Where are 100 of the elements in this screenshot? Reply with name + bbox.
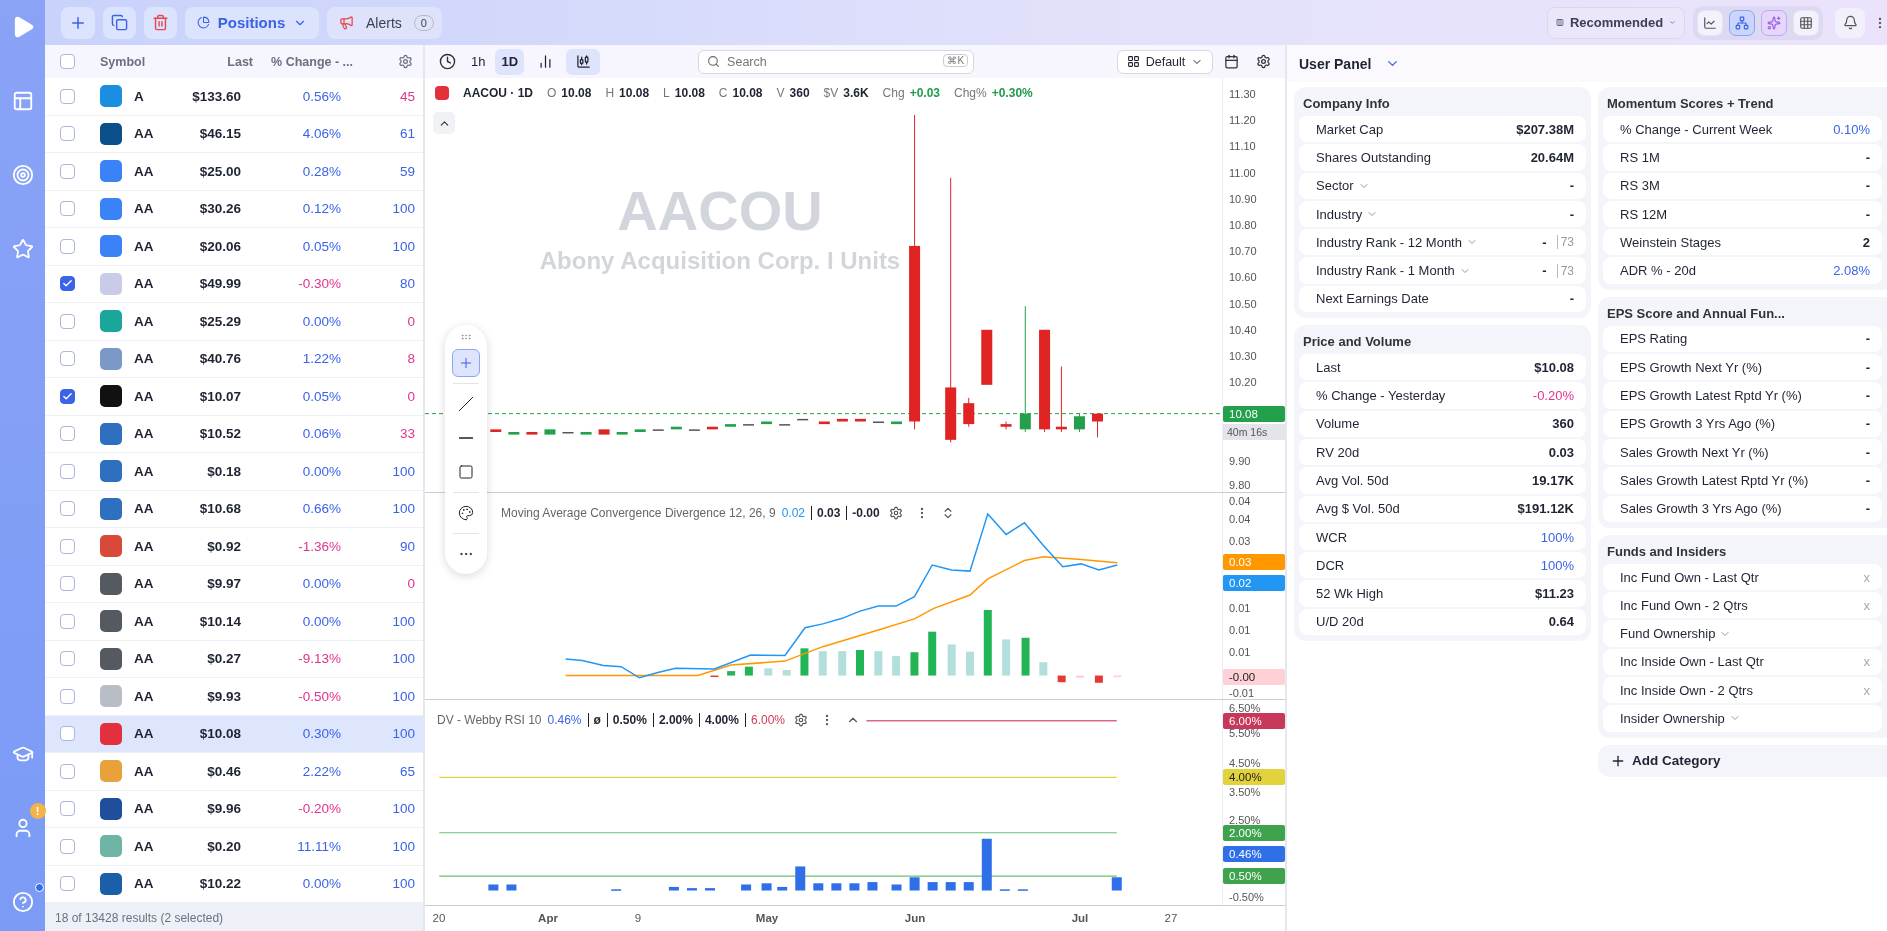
results-count: 18 of 13428 results (2 selected) [55,911,224,925]
table-cell-text: 0 [406,576,415,592]
field-label: Sector [1316,178,1354,194]
change-cell-text: -0.20% [297,801,341,817]
field-value: 0.03 [1548,444,1574,460]
time-label: 20 [432,912,446,924]
price-cell-text: $10.08 [198,726,241,742]
change-cell-text: 0.12% [301,201,341,217]
field-value: - [1542,234,1547,250]
axis-label: -0.01 [1229,687,1255,699]
symbol-cell-text: AA [134,688,155,704]
price-cell-text: $49.99 [198,276,241,292]
column-header[interactable]: Last [160,54,253,69]
table-cell-text: 100 [391,726,415,742]
axis-label: 0.01 [1229,602,1251,614]
time-label: May [755,912,779,924]
field-label: Fund Ownership [1620,626,1716,642]
field-label: EPS Growth Latest Rptd Yr (%) [1620,388,1802,403]
symbol-cell-text: AA [134,538,155,554]
indicator-value: 0.46% [547,713,582,727]
legend-value: 10.08 [619,86,650,100]
legend-value: 3.6K [843,86,869,100]
field-value: - [1569,291,1574,307]
price-tag: 0.02 [1223,575,1285,591]
table-cell-text: 100 [391,613,415,629]
alerts-button[interactable]: Alerts 0 [327,6,442,39]
watchlist-row[interactable]: AA $10.08 0.30% 100 [45,715,423,753]
axis-label: 0.04 [1229,495,1251,507]
add-category-button[interactable]: Add Category [1598,744,1887,777]
legend-label: $V [823,86,839,100]
field-label: RS 3M [1620,178,1660,194]
price-cell-text: $20.06 [198,238,241,254]
table-cell-text: 100 [391,238,415,254]
column-header[interactable]: % Change - ... [253,54,353,69]
change-cell-text: 0.66% [301,501,341,517]
field-label: Shares Outstanding [1316,149,1431,165]
legend-value: 10.08 [561,86,592,100]
field-value: - [1865,444,1870,460]
interval-tab[interactable]: 1D [495,48,525,75]
symbol-cell-text: AA [134,576,155,592]
table-cell-text: 45 [398,88,415,104]
field-value: 0.10% [1833,121,1870,137]
card-title: Price and Volume [1302,333,1413,352]
price-cell-text: $10.68 [198,501,241,517]
field-value: - [1569,206,1574,222]
positions-dropdown[interactable]: Positions [185,6,319,39]
indicator-value: 0.03 [811,506,841,520]
table-cell-text: 0 [406,313,415,329]
table-cell-text: 100 [391,651,415,667]
field-value: 2 [1862,234,1870,250]
time-label: 27 [1164,912,1178,924]
field-label: Industry Rank - 1 Month [1316,263,1455,279]
panel-dropdown[interactable]: User Panel [1299,55,1401,72]
legend-label: H [605,86,615,100]
price-cell-text: $9.96 [206,801,241,817]
legend-label: L [663,86,670,100]
axis-label: 10.90 [1229,193,1257,205]
indicator-value: 0.50% [606,713,647,727]
card-title: Company Info [1302,95,1391,113]
field-label: Industry Rank - 12 Month [1316,234,1462,250]
symbol-cell-text: AA [134,238,155,254]
change-cell-text: -9.13% [297,651,341,667]
axis-label: 0.01 [1229,624,1251,636]
price-tag: 4.00% [1223,769,1285,785]
field-value: - [1865,206,1870,222]
legend-label: C [718,86,728,100]
rank-value: 73 [1556,263,1574,278]
card-title: Momentum Scores + Trend [1606,95,1775,113]
field-value: - [1569,178,1574,194]
column-header[interactable]: Symbol [100,54,160,69]
axis-label: 10.20 [1229,376,1257,388]
ticker-label: AACOU · 1D [463,86,533,100]
time-label: Jun [904,912,926,924]
field-label: Insider Ownership [1620,711,1725,726]
table-cell-text: 100 [391,876,415,892]
table-cell-text: 8 [406,351,415,367]
axis-label: 0.01 [1229,646,1251,658]
time-label: 9 [634,912,642,924]
field-label: Sales Growth 3 Yrs Ago (%) [1620,501,1782,517]
legend-value: 10.08 [732,86,763,100]
change-cell-text: 0.00% [301,576,341,592]
interval-tab[interactable]: 1h [465,48,492,75]
field-label: Sales Growth Latest Rptd Yr (%) [1620,472,1809,488]
table-cell-text: 100 [391,838,415,854]
layout-dropdown[interactable]: Default [1117,49,1213,74]
field-value: - [1865,178,1870,194]
field-value: 19.17K [1532,472,1574,488]
price-cell-text: $10.14 [198,613,241,629]
symbol-cell-text: AA [134,388,155,404]
indicator-value: 4.00% [698,713,739,727]
price-tag: 0.46% [1223,846,1285,862]
axis-label: 10.30 [1229,350,1257,362]
field-value: 20.64M [1530,149,1574,165]
indicator-value: 6.00% [744,713,785,727]
field-value: $191.12K [1517,501,1574,517]
layout-dropdown[interactable]: Recommended [1547,6,1685,39]
field-value: 0.64 [1548,614,1574,630]
field-label: DCR [1316,557,1345,573]
change-cell-text: 1.22% [301,351,341,367]
symbol-cell-text: AA [134,726,155,742]
